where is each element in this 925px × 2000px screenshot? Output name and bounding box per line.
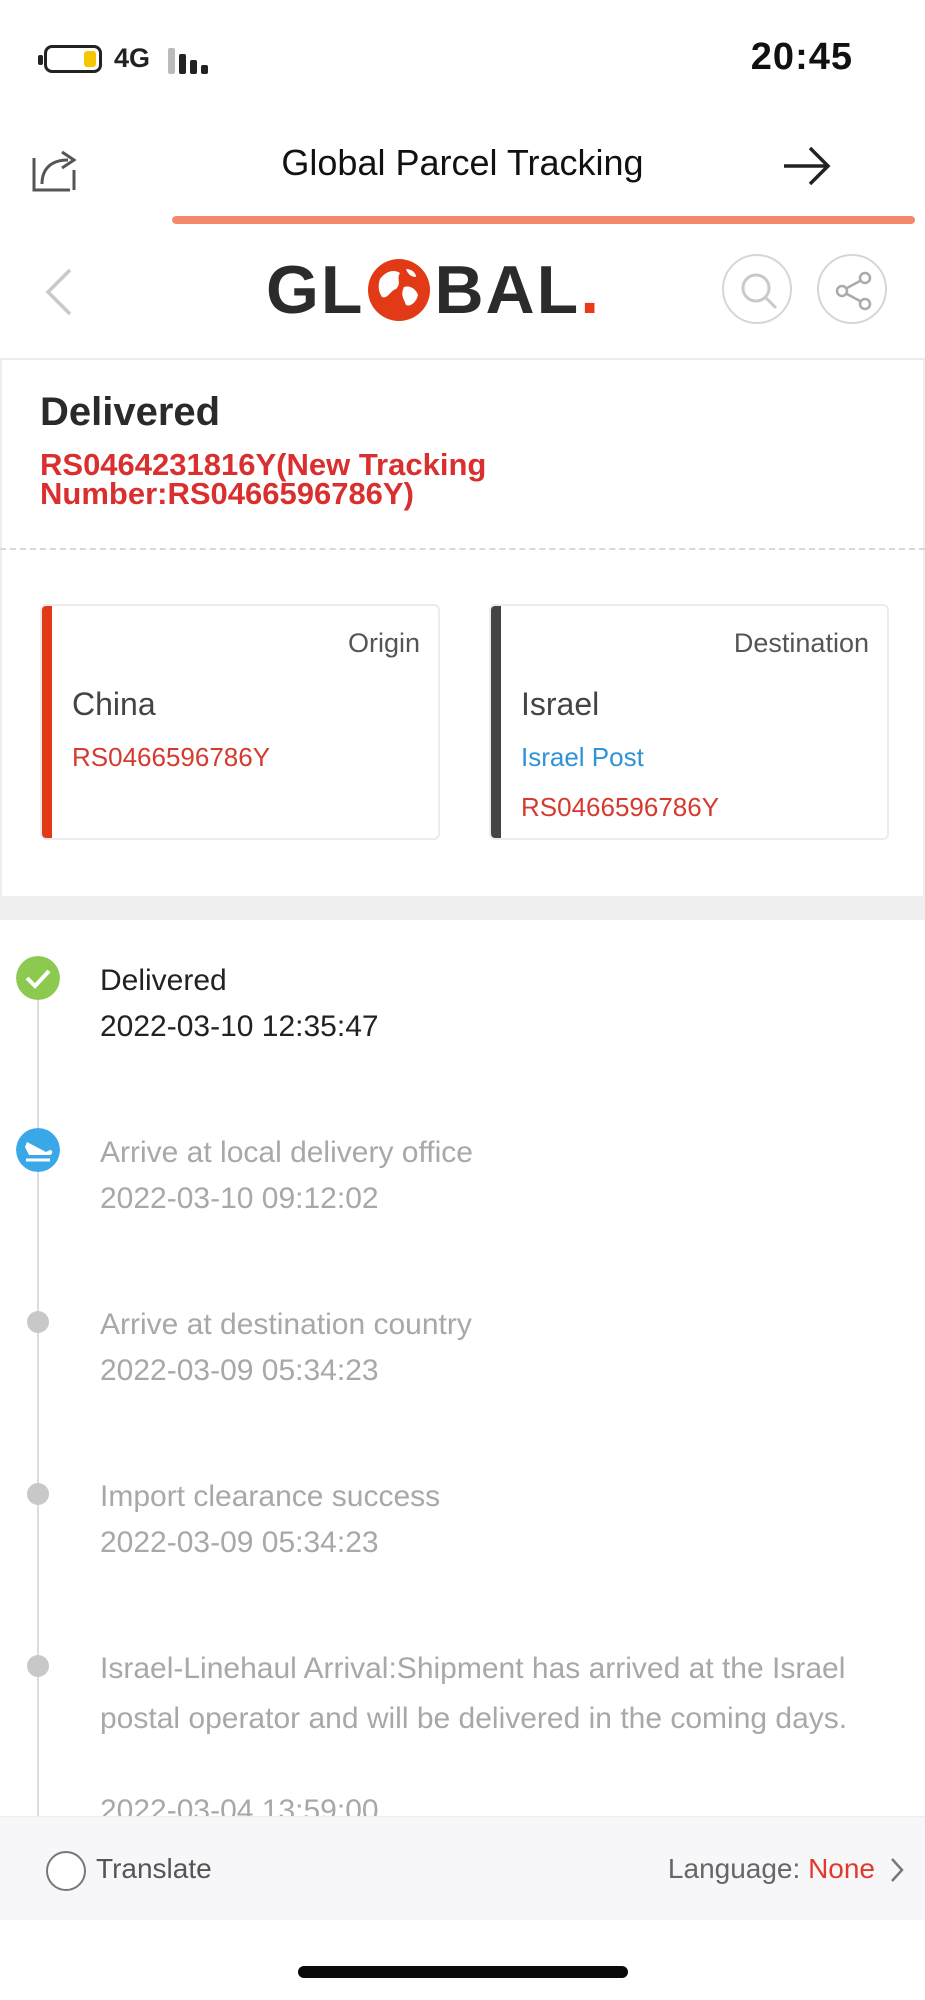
language-value: None [808,1853,875,1884]
app-header: Global Parcel Tracking [0,118,925,228]
destination-label: Destination [733,628,869,658]
tracking-number: RS0464231816Y(New Tracking Number:RS0466… [40,447,487,511]
logo-dot: . [580,252,600,328]
translate-label[interactable]: Translate [96,1853,212,1885]
share-button[interactable] [817,254,887,324]
event-description: Delivered [100,964,227,997]
language-label: Language: [667,1853,809,1884]
event-description: Arrive at destination country [100,1308,472,1341]
event-time: 2022-03-09 05:34:23 [100,1354,379,1387]
delivery-status: Delivered [40,390,221,434]
status-time: 20:45 [750,36,853,78]
destination-card[interactable]: Destination Israel Israel Post RS0466596… [489,604,889,840]
status-bar: 4G 20:45 [0,0,925,118]
brand-bar: GL BAL . [0,228,925,360]
event-time: 2022-03-09 05:34:23 [100,1526,379,1559]
origin-card[interactable]: Origin China RS0466596786Y [40,604,440,840]
language-selector[interactable]: Language: None [668,1853,875,1885]
event-time: 2022-03-10 12:35:47 [100,1010,379,1043]
origin-country: China [72,686,156,722]
forward-arrow-icon[interactable] [780,136,836,196]
search-icon [741,273,778,310]
route-section: Origin China RS0466596786Y Destination I… [0,550,925,896]
origin-tracking: RS0466596786Y [72,742,271,772]
destination-tracking: RS0466596786Y [521,792,720,822]
origin-label: Origin [347,628,420,658]
event-time: 2022-03-04 13:59:00 [100,1794,379,1816]
logo-text-right: BAL [434,252,581,328]
share-icon [835,271,872,311]
event-time: 2022-03-10 09:12:02 [100,1182,379,1215]
global-logo: GL BAL . [266,250,599,330]
timeline-dot [27,1483,49,1505]
chevron-right-icon[interactable] [887,1855,907,1885]
signal-icon [168,46,212,74]
search-button[interactable] [722,254,792,324]
tracking-summary: Delivered RS0464231816Y(New Tracking Num… [0,360,925,548]
timeline-dot [27,1311,49,1333]
home-indicator[interactable] [298,1966,628,1978]
translate-bar: Translate Language: None [0,1816,925,1920]
network-type: 4G [114,43,151,73]
page-load-progress [172,216,922,224]
translate-checkbox[interactable] [46,1851,86,1891]
timeline-line [37,980,39,1816]
check-circle-icon [16,956,60,1000]
battery-icon [38,45,102,73]
back-chevron-icon[interactable] [36,264,86,320]
timeline-dot [27,1655,49,1677]
event-description: Israel-Linehaul Arrival:Shipment has arr… [100,1652,848,1735]
tracking-timeline: Delivered 2022-03-10 12:35:47 Arrive at … [0,920,925,1816]
logo-text-left: GL [266,252,365,328]
destination-carrier-link[interactable]: Israel Post [521,742,644,773]
plane-landing-icon [16,1128,60,1172]
destination-country: Israel [521,686,600,722]
section-gap [0,896,925,920]
globe-icon [368,259,431,321]
event-description: Arrive at local delivery office [100,1136,473,1169]
event-description: Import clearance success [100,1480,441,1513]
